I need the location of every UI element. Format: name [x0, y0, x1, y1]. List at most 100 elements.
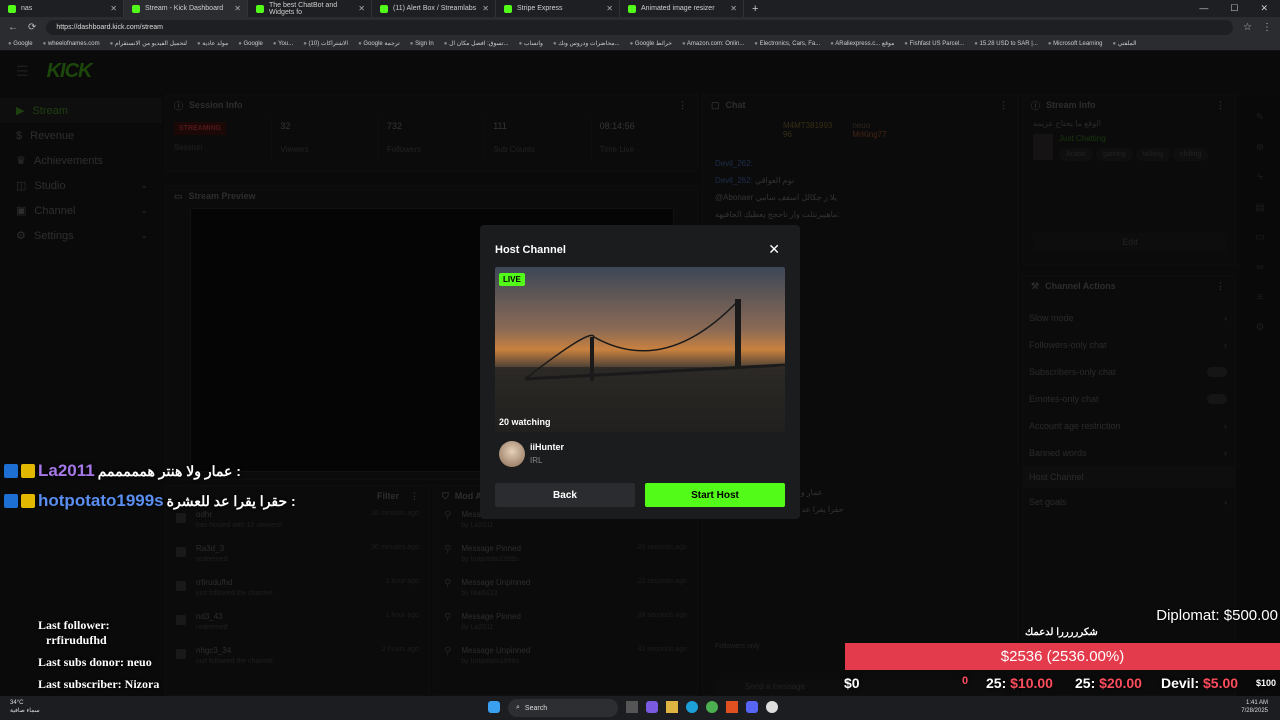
bookmark-item[interactable]: الملفتي: [1113, 40, 1137, 47]
bookmark-item[interactable]: Fishfast US Parcel...: [904, 41, 965, 47]
maximize-icon[interactable]: ☐: [1230, 3, 1238, 14]
live-badge: LIVE: [499, 273, 525, 286]
tab-close-icon[interactable]: ✕: [358, 4, 365, 13]
search-label: Search: [524, 704, 548, 712]
last-donor-text: Last subs donor: neuo: [38, 655, 152, 669]
counter-zero: 0: [962, 675, 969, 687]
donation-item: Devil: $5.00: [1161, 675, 1238, 695]
bookmark-item[interactable]: محاضرات ودروس ونك...: [553, 40, 619, 47]
bookmark-item[interactable]: لتحميل الفيديو من الانستقرام: [110, 40, 187, 47]
edge-icon[interactable]: [686, 701, 698, 713]
task-view-icon[interactable]: [626, 701, 638, 713]
donation-amount: $5.00: [1203, 675, 1239, 691]
bookmark-item[interactable]: تسوق: افضل مكان ال...: [444, 40, 509, 47]
folder-icon[interactable]: [666, 701, 678, 713]
start-host-button[interactable]: Start Host: [645, 483, 785, 507]
chrome-icon[interactable]: [706, 701, 718, 713]
avatar: [499, 441, 525, 467]
tab-favicon-icon: [8, 4, 16, 13]
search-icon: ⌕: [516, 704, 520, 711]
tab-title: nas: [21, 5, 33, 12]
bookmark-item[interactable]: مولد عادية: [197, 40, 228, 47]
goal-progress-text: $2536 (2536.00%): [1000, 648, 1125, 665]
watching-count: 20 watching: [499, 417, 551, 427]
bookmark-item[interactable]: You...: [273, 41, 293, 47]
bridge-image: [495, 299, 785, 432]
tab-title: The best ChatBot and Widgets fo: [269, 1, 338, 16]
browser-tab[interactable]: The best ChatBot and Widgets fo ✕: [248, 0, 372, 17]
bookmark-item[interactable]: Microsoft Learning: [1048, 41, 1102, 47]
tab-close-icon[interactable]: ✕: [234, 4, 241, 13]
bookmark-item[interactable]: 15.28 USD to SAR |...: [974, 41, 1038, 47]
goal-start-amount: $0: [844, 675, 860, 691]
host-target-category: IRL: [530, 456, 543, 465]
host-target-name: iiHunter: [530, 442, 565, 452]
weather-text: سماء صافية: [10, 708, 40, 714]
tab-close-icon[interactable]: ✕: [730, 4, 737, 13]
reload-icon[interactable]: ⟳: [28, 22, 36, 33]
copilot-icon[interactable]: [646, 701, 658, 713]
overlay-chat-message: La2011 عمار ولا هنتر همممممم :: [4, 461, 241, 481]
bookmark-item[interactable]: Sign In: [410, 41, 434, 47]
browser-tab[interactable]: Animated image resizer ✕: [620, 0, 744, 17]
new-tab-icon[interactable]: +: [744, 3, 766, 15]
obs-icon[interactable]: [766, 701, 778, 713]
bookmark-item[interactable]: ARaliexpress.c... موقع: [830, 40, 894, 47]
window-controls: — ☐ ✕: [1199, 3, 1280, 14]
bookmark-item[interactable]: الاشتراكات (10): [303, 40, 349, 47]
bookmark-item[interactable]: Google ترجمة: [358, 40, 399, 47]
url-field[interactable]: https://dashboard.kick.com/stream: [46, 19, 1234, 35]
overlay-chat-text: حقرا يقرا عد للعشرة :: [166, 492, 296, 509]
sub-badge-icon: [21, 494, 35, 508]
brave-icon[interactable]: [726, 701, 738, 713]
back-arrow-icon[interactable]: ←: [8, 22, 18, 33]
close-icon[interactable]: ✕: [768, 241, 780, 258]
browser-tab[interactable]: Stream - Kick Dashboard ✕: [124, 0, 248, 17]
modal-title: Host Channel: [495, 244, 566, 256]
bookmark-item[interactable]: Google خرائط: [630, 40, 672, 47]
donation-amount: $20.00: [1099, 675, 1142, 691]
browser-tab[interactable]: nas ✕: [0, 0, 124, 17]
bookmark-item[interactable]: Google: [8, 41, 32, 47]
windows-start-icon[interactable]: [488, 701, 500, 713]
overlay-chat-message: hotpotato1999s حقرا يقرا عد للعشرة :: [4, 491, 296, 511]
tab-close-icon[interactable]: ✕: [606, 4, 613, 13]
discord-icon[interactable]: [746, 701, 758, 713]
tab-close-icon[interactable]: ✕: [110, 4, 117, 13]
bookmarks-bar: Google wheelofnames.com لتحميل الفيديو من …: [0, 37, 1280, 51]
donation-amount: $10.00: [1010, 675, 1053, 691]
browser-tab[interactable]: Stripe Express ✕: [496, 0, 620, 17]
overlay-chat-user: hotpotato1999s: [38, 491, 164, 510]
weather-temp: 34°C: [10, 700, 24, 706]
bookmark-item[interactable]: Google: [238, 41, 263, 47]
badge-icon: [4, 464, 18, 478]
taskbar-search[interactable]: ⌕ Search: [508, 699, 618, 717]
tab-title: (11) Alert Box / Streamlabs: [393, 5, 477, 12]
bookmark-item[interactable]: Amazon.com: Onlin...: [682, 41, 744, 47]
browser-tab[interactable]: (11) Alert Box / Streamlabs ✕: [372, 0, 496, 17]
donation-item: 25: $10.00: [986, 675, 1053, 695]
bookmark-item[interactable]: واتساب: [519, 40, 543, 47]
minimize-icon[interactable]: —: [1199, 3, 1208, 14]
close-window-icon[interactable]: ✕: [1260, 3, 1268, 14]
crown-icon: [21, 464, 35, 478]
menu-dots-icon[interactable]: ⋮: [1262, 22, 1272, 33]
star-icon[interactable]: ☆: [1243, 22, 1252, 33]
tab-close-icon[interactable]: ✕: [482, 4, 489, 13]
donation-extra: $100: [1256, 678, 1277, 688]
tab-title: Stream - Kick Dashboard: [145, 5, 224, 12]
tab-favicon-icon: [256, 4, 264, 13]
bookmark-item[interactable]: Electronics, Cars, Fa...: [754, 41, 821, 47]
tab-title: Stripe Express: [517, 5, 563, 12]
clock[interactable]: 1:41 AM 7/28/2025: [1241, 699, 1268, 715]
donation-key: 25:: [1075, 675, 1096, 691]
last-follower-label: Last follower:: [38, 618, 110, 632]
weather-widget[interactable]: 34°C سماء صافية: [10, 699, 40, 715]
diplomat-donation: Diplomat: $500.00: [1156, 607, 1278, 624]
clock-time: 1:41 AM: [1245, 700, 1268, 706]
bookmark-item[interactable]: wheelofnames.com: [43, 41, 100, 47]
browser-tab-strip: nas ✕ Stream - Kick Dashboard ✕ The best Cha…: [0, 0, 1280, 17]
thanks-text: شكرررررا لدعمك: [1025, 627, 1098, 638]
back-button[interactable]: Back: [495, 483, 635, 507]
tab-favicon-icon: [504, 4, 512, 13]
